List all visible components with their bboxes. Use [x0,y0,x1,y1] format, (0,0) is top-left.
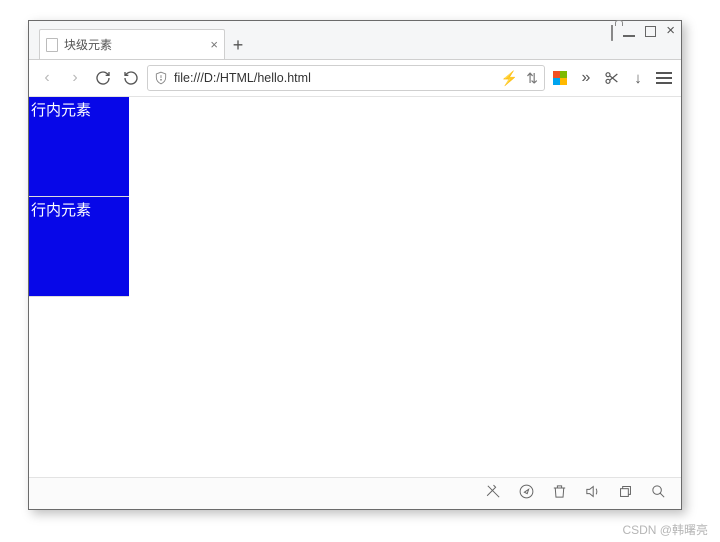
block-ads-button[interactable] [485,483,502,505]
more-extensions-button[interactable]: » [575,69,597,87]
page-content: 行内元素 行内元素 [29,97,681,477]
tab-title: 块级元素 [64,36,204,53]
block-2-text: 行内元素 [31,202,91,219]
block-element-1: 行内元素 [29,97,129,197]
downloads-button[interactable]: ↓ [627,70,649,87]
microsoft-apps-button[interactable] [549,71,571,85]
block-1-text: 行内元素 [31,102,91,119]
tab-close-button[interactable]: × [210,37,218,52]
trash-button[interactable] [551,483,568,505]
forward-button[interactable]: › [63,66,87,90]
address-bar-actions: ⚡ ⇅ [501,70,538,87]
translate-icon[interactable]: ⇅ [526,70,538,87]
toolbar: ‹ › file:///D:/HTML/hello.html ⚡ ⇅ » ↓ [29,59,681,97]
url-text: file:///D:/HTML/hello.html [174,71,495,85]
restore-button[interactable] [617,483,634,505]
volume-button[interactable] [584,483,601,505]
undo-button[interactable] [119,66,143,90]
pin-window-button[interactable] [611,25,613,40]
close-window-button[interactable]: × [666,25,675,40]
compass-button[interactable] [518,483,535,505]
minimize-button[interactable] [623,25,635,40]
statusbar [29,477,681,509]
screenshot-button[interactable] [601,70,623,86]
maximize-button[interactable] [645,25,656,40]
watermark: CSDN @韩曙亮 [622,521,708,538]
browser-tab[interactable]: 块级元素 × [39,29,225,59]
shield-icon [154,71,168,85]
search-button[interactable] [650,483,667,505]
reload-button[interactable] [91,66,115,90]
back-button[interactable]: ‹ [35,66,59,90]
titlebar: 块级元素 × + × [29,21,681,59]
page-icon [46,38,58,52]
window-controls: × [611,25,675,40]
block-element-2: 行内元素 [29,197,129,297]
address-bar[interactable]: file:///D:/HTML/hello.html ⚡ ⇅ [147,65,545,91]
menu-button[interactable] [653,72,675,84]
browser-window: 块级元素 × + × ‹ › file:///D:/HTML/hello.htm… [28,20,682,510]
new-tab-button[interactable]: + [225,31,251,59]
flash-icon[interactable]: ⚡ [501,70,518,87]
